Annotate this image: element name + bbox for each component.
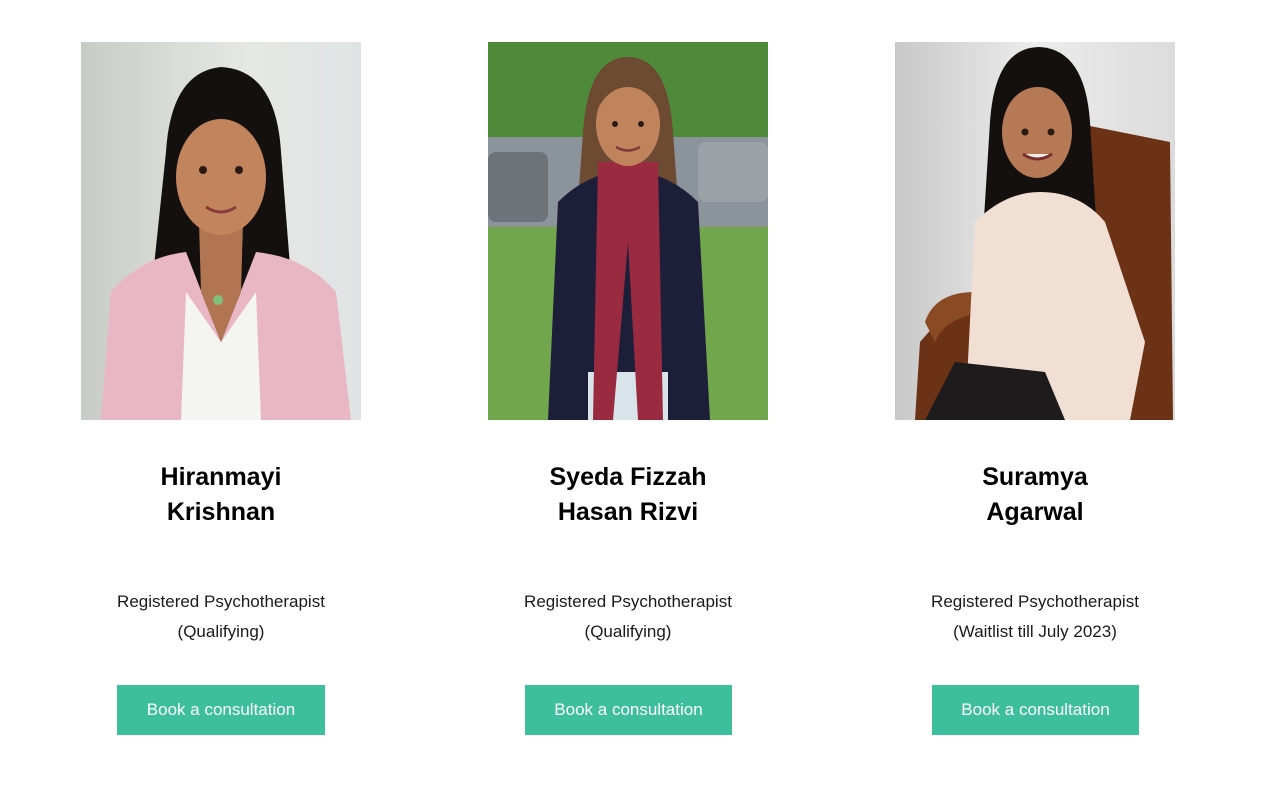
role-title: Registered Psychotherapist (931, 592, 1139, 611)
book-consultation-button[interactable]: Book a consultation (932, 685, 1139, 735)
profile-photo (488, 42, 768, 420)
member-name-line: Hiranmayi (160, 463, 282, 491)
book-consultation-button[interactable]: Book a consultation (525, 685, 732, 735)
book-consultation-button[interactable]: Book a consultation (117, 685, 325, 735)
member-role: Registered Psychotherapist (Qualifying) (458, 587, 798, 647)
role-status: (Qualifying) (177, 622, 265, 641)
role-title: Registered Psychotherapist (117, 592, 325, 611)
member-name-line: Krishnan (166, 498, 276, 526)
profile-photo (81, 42, 361, 420)
member-name-line: Suramya (982, 463, 1088, 491)
role-title: Registered Psychotherapist (524, 592, 732, 611)
member-name: Suramya Agarwal (875, 460, 1195, 530)
member-name-line: Agarwal (986, 498, 1084, 526)
member-name-line: Hasan Rizvi (557, 498, 699, 526)
profile-photo (895, 42, 1175, 420)
team-card-syeda: Syeda Fizzah Hasan Rizvi Registered Psyc… (488, 42, 768, 735)
role-status: (Qualifying) (584, 622, 672, 641)
member-role: Registered Psychotherapist (Qualifying) (51, 587, 391, 647)
member-name: Syeda Fizzah Hasan Rizvi (468, 460, 788, 530)
member-name-line: Syeda Fizzah (549, 463, 707, 491)
team-card-suramya: Suramya Agarwal Registered Psychotherapi… (895, 42, 1175, 735)
role-status: (Waitlist till July 2023) (953, 622, 1117, 641)
team-card-hiranmayi: Hiranmayi Krishnan Registered Psychother… (81, 42, 361, 735)
member-role: Registered Psychotherapist (Waitlist til… (865, 587, 1205, 647)
member-name: Hiranmayi Krishnan (61, 460, 381, 530)
